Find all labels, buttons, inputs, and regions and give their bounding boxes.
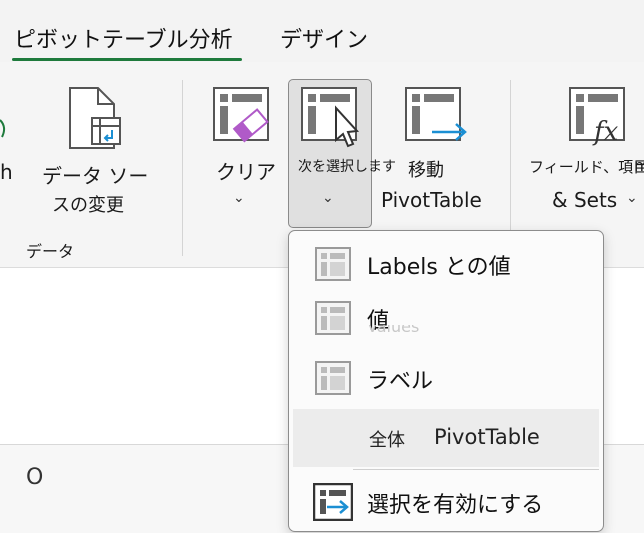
menu-item-labels[interactable]: ラベル bbox=[293, 349, 599, 407]
menu-item-enable-selection-label: 選択を有効にする bbox=[367, 493, 544, 518]
menu-item-entire-pivottable[interactable]: 全体 PivotTable bbox=[293, 409, 599, 467]
ribbon-tab-bar: ピボットテーブル分析 デザイン bbox=[0, 0, 644, 62]
active-tab-indicator bbox=[12, 58, 242, 61]
clear-chevron-icon: ⌄ bbox=[233, 190, 245, 206]
fields-items-sets-label-line1: フィールド、項目 bbox=[529, 158, 644, 176]
fields-items-sets-chevron-icon: ⌄ bbox=[626, 190, 638, 206]
menu-item-entire-prefix: 全体 bbox=[369, 430, 405, 451]
move-pivottable-label-line1: 移動 bbox=[408, 160, 444, 181]
menu-item-enable-selection[interactable]: 選択を有効にする bbox=[293, 473, 599, 531]
tab-design[interactable]: デザイン bbox=[280, 22, 368, 54]
labels-icon bbox=[315, 361, 351, 395]
column-header-o[interactable]: O bbox=[26, 465, 43, 490]
document-data-source-icon bbox=[69, 87, 121, 149]
menu-divider bbox=[353, 469, 599, 470]
clear-eraser-icon bbox=[213, 87, 269, 143]
data-group-label: データ bbox=[26, 242, 75, 261]
enable-selection-icon bbox=[313, 483, 353, 521]
fields-items-sets-label-line2: & Sets bbox=[552, 188, 618, 212]
change-data-source-label-line1: データ ソー bbox=[42, 164, 149, 188]
select-chevron-icon: ⌄ bbox=[322, 190, 334, 206]
change-data-source-label-line2: スの変更 bbox=[52, 195, 124, 216]
group-separator bbox=[182, 80, 183, 256]
menu-item-labels-and-values[interactable]: Labels との値 bbox=[293, 235, 599, 293]
fields-items-sets-fx-icon: fx bbox=[569, 87, 625, 147]
values-icon bbox=[315, 301, 351, 335]
svg-text:fx: fx bbox=[592, 117, 619, 147]
refresh-label-fragment: h bbox=[0, 160, 13, 184]
move-pivottable-label-line2: PivotTable bbox=[381, 188, 482, 212]
tab-pivottable-analyze[interactable]: ピボットテーブル分析 bbox=[14, 22, 233, 54]
olap-tools-label-fragment: m bbox=[634, 156, 644, 175]
select-label: 次を選択します bbox=[298, 159, 396, 175]
move-pivottable-icon bbox=[405, 87, 467, 141]
labels-and-values-icon bbox=[315, 247, 351, 281]
select-cursor-icon bbox=[301, 87, 360, 148]
menu-item-values[interactable]: 値 Values bbox=[293, 289, 599, 347]
refresh-icon bbox=[0, 119, 6, 138]
menu-item-labels-and-values-label: Labels との値 bbox=[367, 255, 511, 280]
menu-item-entire-pivottable-label: PivotTable bbox=[434, 425, 540, 449]
select-dropdown-menu: Labels との値 値 Values ラベル 全体 PivotTable 選択… bbox=[288, 230, 604, 532]
menu-item-labels-label: ラベル bbox=[367, 369, 434, 394]
clear-label: クリア bbox=[216, 160, 276, 184]
menu-item-values-ghost-text: Values bbox=[367, 325, 420, 335]
